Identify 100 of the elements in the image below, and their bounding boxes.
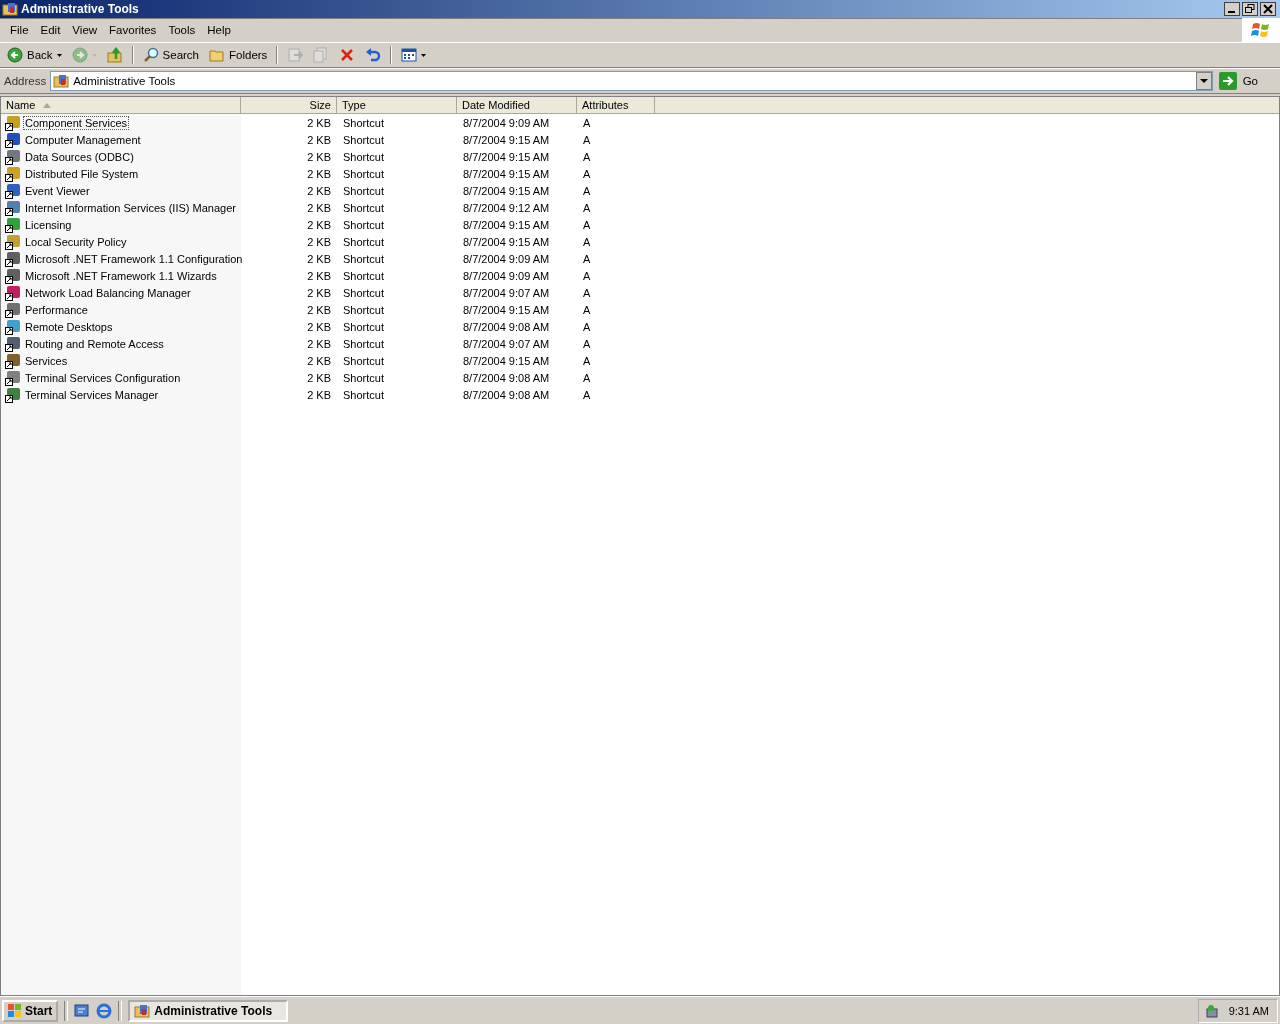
file-type: Shortcut (343, 218, 384, 231)
file-attributes: A (583, 354, 591, 367)
folder-up-icon (106, 47, 123, 63)
shortcut-icon (5, 148, 21, 165)
folders-button[interactable]: Folders (206, 45, 271, 65)
file-type: Shortcut (343, 133, 384, 146)
dropdown-arrow-icon (421, 53, 427, 57)
address-field[interactable]: Administrative Tools (50, 71, 1213, 91)
file-name[interactable]: Local Security Policy (23, 234, 129, 249)
file-name[interactable]: Performance (23, 302, 90, 317)
back-button[interactable]: Back (4, 45, 65, 65)
folder-icon (53, 73, 70, 89)
file-type: Shortcut (343, 252, 384, 265)
file-size: 2 KB (307, 133, 331, 146)
file-attributes: A (583, 286, 591, 299)
minimize-icon[interactable] (1224, 2, 1240, 16)
file-attributes: A (583, 235, 591, 248)
go-button[interactable]: Go (1216, 72, 1276, 90)
file-name[interactable]: Distributed File System (23, 166, 141, 181)
file-name[interactable]: Event Viewer (23, 183, 92, 198)
column-header[interactable]: Date Modified (457, 97, 577, 114)
views-icon (401, 47, 418, 63)
menu-item[interactable]: Favorites (103, 24, 163, 36)
file-name[interactable]: Terminal Services Configuration (23, 370, 183, 385)
restore-icon[interactable] (1242, 2, 1258, 16)
file-attributes: A (583, 337, 591, 350)
shortcut-icon (5, 165, 21, 182)
shortcut-icon (5, 182, 21, 199)
file-size: 2 KB (307, 337, 331, 350)
file-attributes: A (583, 252, 591, 265)
file-type: Shortcut (343, 184, 384, 197)
date-modified: 8/7/2004 9:15 AM (463, 303, 550, 316)
date-modified: 8/7/2004 9:08 AM (463, 371, 550, 384)
file-name[interactable]: Network Load Balancing Manager (23, 285, 193, 300)
file-name[interactable]: Computer Management (23, 132, 143, 147)
move-to-icon (287, 47, 304, 63)
search-button[interactable]: Search (139, 45, 202, 65)
date-modified: 8/7/2004 9:15 AM (463, 218, 550, 231)
shortcut-icon (5, 352, 21, 369)
windows-logo-icon (1251, 21, 1271, 39)
folder-icon (134, 1002, 151, 1019)
dropdown-button-icon[interactable] (1195, 72, 1212, 90)
start-button[interactable]: Start (2, 999, 59, 1022)
file-size: 2 KB (307, 150, 331, 163)
copy-to-icon (313, 47, 330, 63)
menu-item[interactable]: Edit (34, 24, 67, 36)
file-type: Shortcut (343, 201, 384, 214)
file-name[interactable]: Remote Desktops (23, 319, 115, 334)
date-modified: 8/7/2004 9:15 AM (463, 235, 550, 248)
go-arrow-icon (1218, 72, 1237, 90)
file-type: Shortcut (343, 354, 384, 367)
sort-arrow-icon (43, 102, 52, 108)
windows-logo-icon (8, 1003, 22, 1018)
file-name[interactable]: Terminal Services Manager (23, 387, 161, 402)
taskbar-button[interactable]: Administrative Tools (128, 999, 289, 1022)
date-modified: 8/7/2004 9:08 AM (463, 320, 550, 333)
undo-icon (365, 47, 382, 63)
file-name[interactable]: Microsoft .NET Framework 1.1 Configuration (23, 251, 245, 266)
shortcut-icon (5, 386, 21, 403)
file-name[interactable]: Microsoft .NET Framework 1.1 Wizards (23, 268, 219, 283)
file-attributes: A (583, 320, 591, 333)
file-name[interactable]: Internet Information Services (IIS) Manager (23, 200, 238, 215)
file-name[interactable]: Data Sources (ODBC) (23, 149, 136, 164)
menu-item[interactable]: File (4, 24, 35, 36)
menu-item[interactable]: Tools (162, 24, 202, 36)
menu-item[interactable]: View (66, 24, 104, 36)
file-attributes: A (583, 371, 591, 384)
file-size: 2 KB (307, 252, 331, 265)
desktop-icon[interactable] (74, 1002, 91, 1019)
file-attributes: A (583, 303, 591, 316)
file-type: Shortcut (343, 320, 384, 333)
file-name[interactable]: Routing and Remote Access (23, 336, 166, 351)
menu-item[interactable]: Help (201, 24, 237, 36)
network-icon[interactable] (1204, 1002, 1221, 1019)
file-size: 2 KB (307, 116, 331, 129)
file-type: Shortcut (343, 235, 384, 248)
column-header[interactable]: Size (241, 97, 337, 114)
file-name[interactable]: Licensing (23, 217, 74, 232)
date-modified: 8/7/2004 9:15 AM (463, 150, 550, 163)
file-size: 2 KB (307, 218, 331, 231)
shortcut-icon (5, 131, 21, 148)
column-header[interactable]: Attributes (577, 97, 655, 114)
file-attributes: A (583, 167, 591, 180)
file-size: 2 KB (307, 269, 331, 282)
clock: 9:31 AM (1228, 1004, 1269, 1017)
file-name[interactable]: Services (23, 353, 70, 368)
date-modified: 8/7/2004 9:09 AM (463, 252, 550, 265)
file-size: 2 KB (307, 388, 331, 401)
column-header[interactable]: Name (1, 97, 241, 114)
file-type: Shortcut (343, 371, 384, 384)
file-size: 2 KB (307, 286, 331, 299)
date-modified: 8/7/2004 9:09 AM (463, 116, 550, 129)
file-name[interactable]: Component Services (23, 115, 130, 130)
column-header[interactable]: Type (337, 97, 457, 114)
file-type: Shortcut (343, 269, 384, 282)
file-size: 2 KB (307, 303, 331, 316)
file-type: Shortcut (343, 167, 384, 180)
file-size: 2 KB (307, 354, 331, 367)
close-icon[interactable] (1260, 2, 1276, 16)
file-attributes: A (583, 201, 591, 214)
